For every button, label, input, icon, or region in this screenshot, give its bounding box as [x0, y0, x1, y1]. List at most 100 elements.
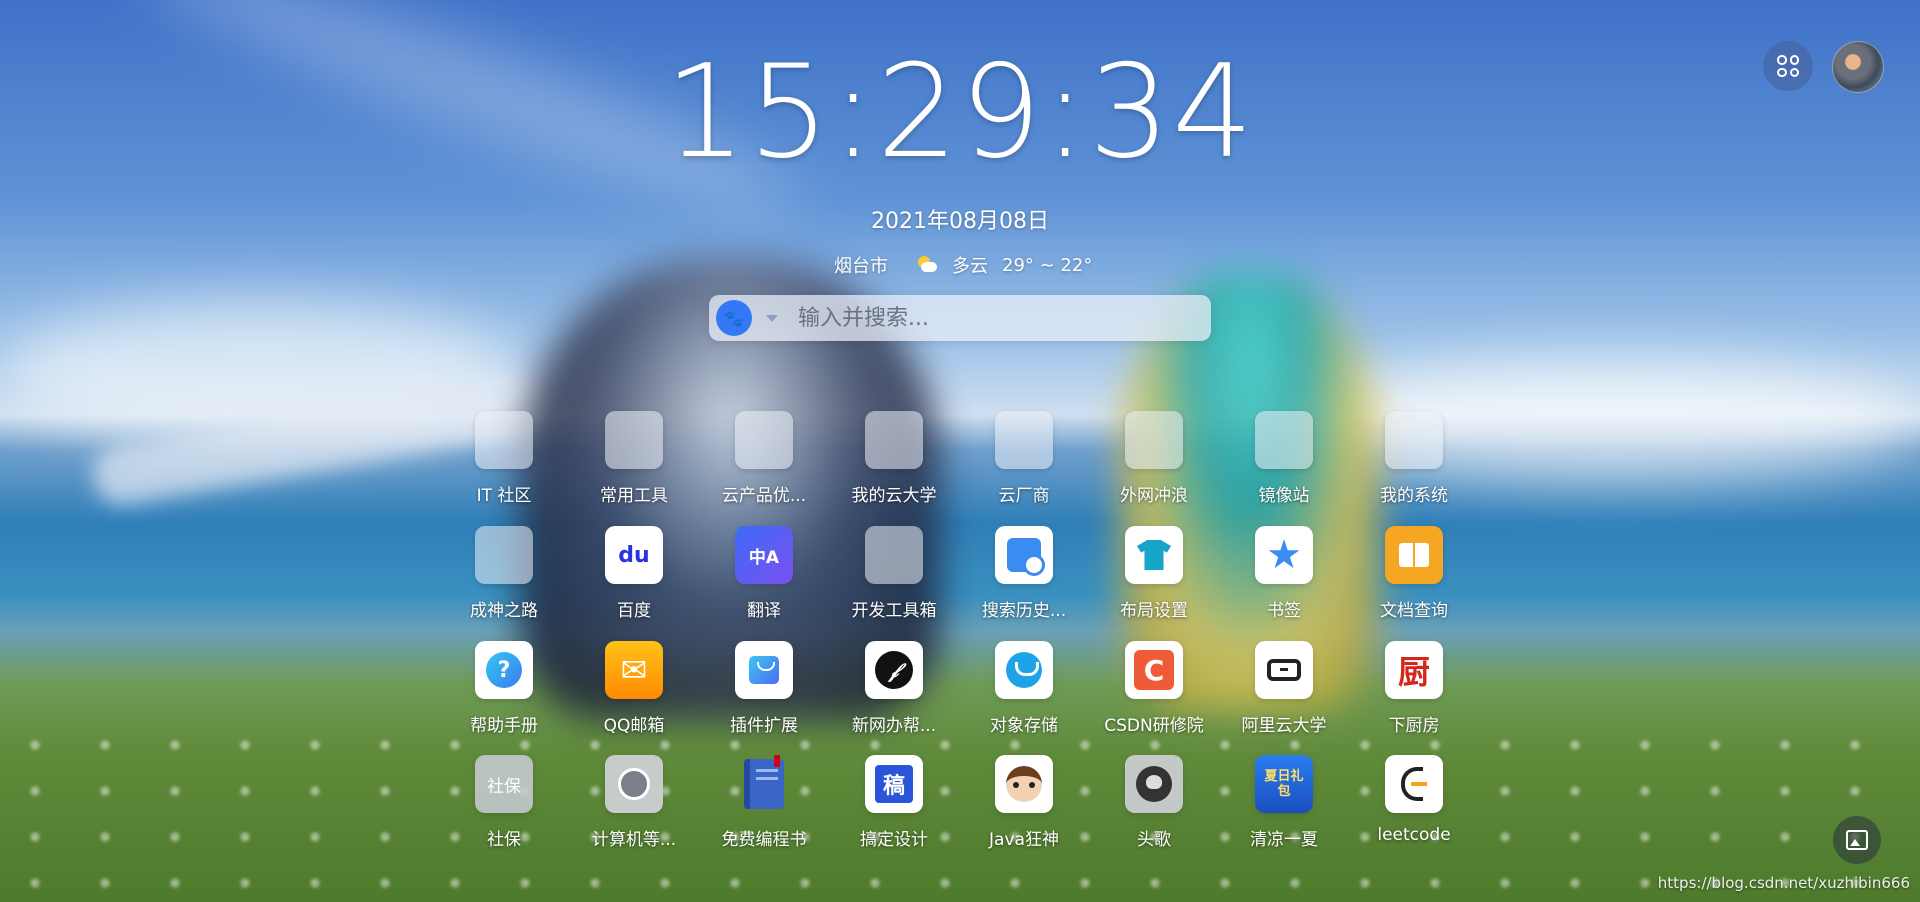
app-tile-gaoding-design[interactable]: 稿 搞定设计: [829, 755, 959, 863]
app-tile-qq-mail[interactable]: ✉ QQ邮箱: [569, 641, 699, 749]
app-tile-layout-settings[interactable]: 布局设置: [1089, 526, 1219, 634]
app-tile-label: 外网冲浪: [1120, 486, 1188, 506]
app-tile-leetcode[interactable]: leetcode: [1349, 755, 1479, 863]
app-tile-label: 阿里云大学: [1241, 716, 1327, 736]
app-tile-label: 云产品优...: [721, 486, 807, 506]
folder-icon: [475, 526, 533, 584]
app-tile-label: 搜索历史...: [981, 601, 1067, 621]
app-tile-label: 我的系统: [1380, 486, 1448, 506]
app-tile-label: 布局设置: [1120, 601, 1188, 621]
app-tile-label: 免费编程书: [721, 830, 807, 850]
app-tile-label: 云厂商: [998, 486, 1050, 506]
partly-cloudy-icon: [916, 256, 938, 274]
app-tile-label: 计算机等...: [591, 830, 677, 850]
app-tile-label: leetcode: [1377, 825, 1451, 845]
book-icon: [735, 755, 793, 813]
app-tile-label: 清凉一夏: [1250, 830, 1318, 850]
app-tile-label: 翻译: [747, 601, 781, 621]
app-tile-mirror-site[interactable]: 镜像站: [1219, 411, 1349, 519]
app-tile-label: 开发工具箱: [851, 601, 937, 621]
folder-icon: [865, 411, 923, 469]
wallpaper-icon: [1846, 830, 1868, 850]
app-tile-common-tools[interactable]: 常用工具: [569, 411, 699, 519]
weather-widget[interactable]: 烟台市 多云 29° ~ 22°: [834, 252, 1092, 278]
app-tile-label: 文档查询: [1380, 601, 1448, 621]
app-tile-label: 常用工具: [600, 486, 668, 506]
kitchen-icon: 厨: [1385, 641, 1443, 699]
app-tile-baidu[interactable]: du 百度: [569, 526, 699, 634]
mail-icon: ✉: [605, 641, 663, 699]
baidu-paw-icon[interactable]: 🐾: [716, 300, 752, 336]
app-tile-path-to-mastery[interactable]: 成神之路: [439, 526, 569, 634]
app-tile-summer-gift[interactable]: 夏日礼包 清凉一夏: [1219, 755, 1349, 863]
aliyun-icon: [1255, 641, 1313, 699]
app-tile-help-manual[interactable]: ? 帮助手册: [439, 641, 569, 749]
app-tile-docs-lookup[interactable]: 文档查询: [1349, 526, 1479, 634]
folder-icon: [1125, 411, 1183, 469]
app-tile-dev-toolbox[interactable]: 开发工具箱: [829, 526, 959, 634]
app-tile-touge[interactable]: 头歌: [1089, 755, 1219, 863]
gaoding-icon: 稿: [865, 755, 923, 813]
book-icon: [1385, 526, 1443, 584]
app-tile-search-history[interactable]: 搜索历史...: [959, 526, 1089, 634]
date: 2021年08月08日: [871, 209, 1049, 234]
social-security-icon: 社保: [475, 755, 533, 813]
app-tile-xiachufang[interactable]: 厨 下厨房: [1349, 641, 1479, 749]
folder-icon: [1385, 411, 1443, 469]
folder-icon: [995, 411, 1053, 469]
leetcode-icon: [1385, 755, 1443, 813]
app-tile-free-programming-books[interactable]: 免费编程书: [699, 755, 829, 863]
help-icon: ?: [475, 641, 533, 699]
new-tab-page: 15:29:34 2021年08月08日 烟台市 多云 29° ~ 22° 🐾 …: [0, 0, 1920, 902]
app-tile-label: 我的云大学: [851, 486, 937, 506]
chevron-down-icon[interactable]: [766, 314, 778, 322]
app-tile-label: 对象存储: [990, 716, 1058, 736]
app-tile-label: 插件扩展: [730, 716, 798, 736]
folder-icon: [475, 411, 533, 469]
search-history-icon: [995, 526, 1053, 584]
app-tile-label: 头歌: [1137, 830, 1171, 850]
app-tile-label: 新网办帮...: [851, 716, 937, 736]
app-tile-label: 社保: [487, 830, 521, 850]
app-tile-csdn-academy[interactable]: C CSDN研修院: [1089, 641, 1219, 749]
star-icon: ★: [1255, 526, 1313, 584]
app-tile-it-community[interactable]: IT 社区: [439, 411, 569, 519]
csdn-icon: C: [1125, 641, 1183, 699]
summer-gift-icon: 夏日礼包: [1255, 755, 1313, 813]
app-tile-social-security[interactable]: 社保 社保: [439, 755, 569, 863]
app-tile-label: IT 社区: [476, 486, 532, 506]
app-tile-cloud-products[interactable]: 云产品优...: [699, 411, 829, 519]
search-bar: 🐾: [709, 295, 1211, 341]
app-tile-label: 下厨房: [1388, 716, 1440, 736]
app-tile-label: QQ邮箱: [603, 716, 665, 736]
github-icon: [1125, 755, 1183, 813]
app-tile-computer-exam[interactable]: 计算机等...: [569, 755, 699, 863]
app-tile-label: CSDN研修院: [1104, 716, 1204, 736]
app-tile-label: 镜像站: [1258, 486, 1310, 506]
storage-icon: [995, 641, 1053, 699]
globe-icon: [605, 755, 663, 813]
app-tile-bookmarks[interactable]: ★ 书签: [1219, 526, 1349, 634]
app-tile-java-kuangshen[interactable]: Java狂神: [959, 755, 1089, 863]
shopping-bag-icon: [735, 641, 793, 699]
app-tile-label: 成神之路: [470, 601, 538, 621]
app-tile-my-cloud-university[interactable]: 我的云大学: [829, 411, 959, 519]
app-tile-aliyun-university[interactable]: 阿里云大学: [1219, 641, 1349, 749]
app-tile-label: 帮助手册: [470, 716, 538, 736]
folder-icon: [865, 526, 923, 584]
app-tile-plugin-extensions[interactable]: 插件扩展: [699, 641, 829, 749]
app-tile-label: 百度: [617, 601, 651, 621]
app-tile-cloud-vendors[interactable]: 云厂商: [959, 411, 1089, 519]
baidu-icon: du: [605, 526, 663, 584]
app-tile-translate[interactable]: 中A 翻译: [699, 526, 829, 634]
app-tile-surf-web[interactable]: 外网冲浪: [1089, 411, 1219, 519]
watermark: https://blog.csdn.net/xuzhibin666: [1657, 874, 1910, 892]
cartoon-avatar-icon: [995, 755, 1053, 813]
search-input[interactable]: [796, 297, 1211, 339]
app-tile-xinwang-office[interactable]: 𝒻 新网办帮...: [829, 641, 959, 749]
folder-icon: [735, 411, 793, 469]
wallpaper-button[interactable]: [1833, 816, 1881, 864]
app-tile-object-storage[interactable]: 对象存储: [959, 641, 1089, 749]
clock: 15:29:34: [664, 38, 1256, 187]
app-tile-my-system[interactable]: 我的系统: [1349, 411, 1479, 519]
